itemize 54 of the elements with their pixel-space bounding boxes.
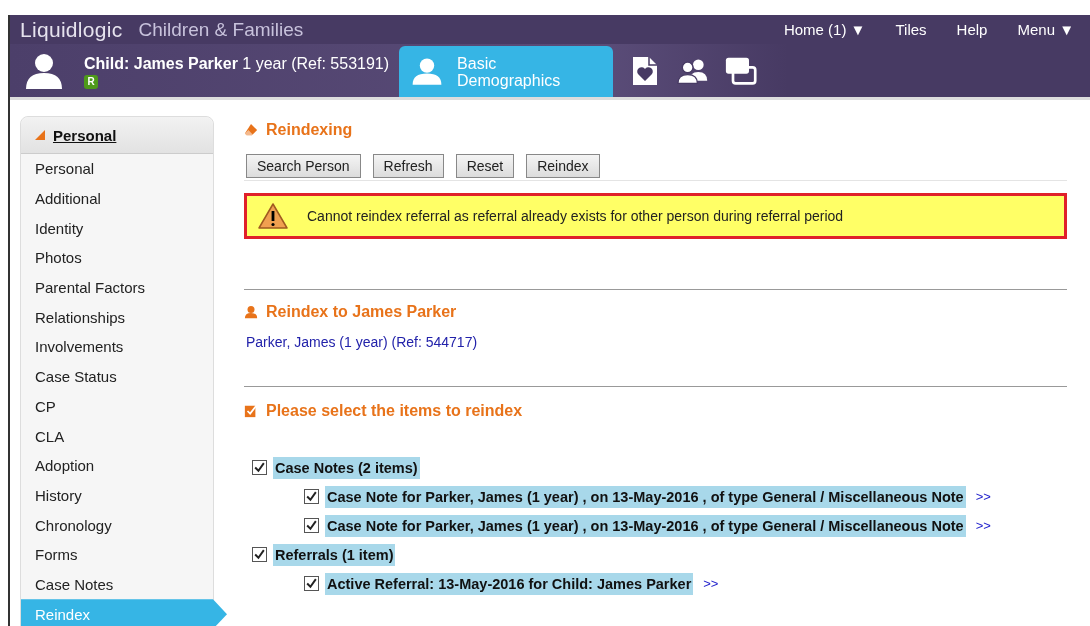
windows-icon[interactable] bbox=[725, 55, 758, 87]
checkbox[interactable] bbox=[304, 518, 319, 533]
sidebar-item[interactable]: Forms bbox=[21, 539, 213, 570]
sidebar-item[interactable]: Relationships bbox=[21, 302, 213, 333]
sidebar-header[interactable]: Personal bbox=[21, 117, 213, 154]
sidebar-item[interactable]: Photos bbox=[21, 243, 213, 273]
section-heading: Please select the items to reindex bbox=[266, 402, 523, 420]
sidebar-item[interactable]: Chronology bbox=[21, 510, 213, 540]
sidebar-item[interactable]: Personal bbox=[21, 154, 213, 184]
section-heading: Reindexing bbox=[266, 121, 353, 139]
checkbox[interactable] bbox=[252, 460, 267, 475]
eraser-icon bbox=[244, 123, 258, 137]
section-heading: Reindex to James Parker bbox=[266, 303, 457, 321]
collapse-triangle-icon bbox=[35, 130, 45, 140]
sidebar-item[interactable]: Adoption bbox=[21, 450, 213, 481]
person-link[interactable]: Parker, James (1 year) (Ref: 544717) bbox=[246, 334, 478, 350]
checkbox[interactable] bbox=[252, 547, 267, 562]
toolbar-button[interactable]: Search Person bbox=[246, 154, 361, 178]
person-icon bbox=[24, 51, 64, 91]
details-link[interactable]: >> bbox=[703, 576, 719, 591]
details-link[interactable]: >> bbox=[975, 489, 991, 504]
top-menu-item[interactable]: Home (1) ▼ bbox=[783, 21, 866, 38]
warning-text: Cannot reindex referral as referral already exists for other person during referral period bbox=[307, 208, 844, 224]
sidebar-item[interactable]: Parental Factors bbox=[21, 272, 213, 303]
app-logo: Liquidlogic bbox=[20, 17, 123, 42]
checkbox[interactable] bbox=[304, 489, 319, 504]
app-title: Children & Families bbox=[138, 18, 304, 41]
item-label: Active Referral: 13-May-2016 for Child: James Parker bbox=[325, 572, 694, 595]
group-label: Case Notes (2 items) bbox=[273, 456, 420, 479]
details-link[interactable]: >> bbox=[975, 518, 991, 533]
warning-icon bbox=[257, 202, 289, 230]
sidebar-item[interactable]: CLA bbox=[21, 421, 213, 451]
person-icon bbox=[244, 305, 258, 319]
status-badge: R bbox=[84, 74, 98, 89]
toolbar-button[interactable]: Reindex bbox=[526, 154, 600, 178]
sidebar-item[interactable]: Case Notes bbox=[21, 569, 213, 600]
sidebar-item[interactable]: Additional bbox=[21, 183, 213, 214]
sidebar-item[interactable]: Involvements bbox=[21, 332, 213, 362]
item-label: Case Note for Parker, James (1 year) , on 13-May-2016 , of type General / Miscellaneous Note bbox=[325, 485, 966, 508]
item-label: Case Note for Parker, James (1 year) , on 13-May-2016 , of type General / Miscellaneous Note bbox=[325, 514, 966, 537]
checkbox[interactable] bbox=[304, 576, 319, 591]
top-menu-item[interactable]: Help bbox=[956, 21, 988, 38]
person-title: Child: James Parker 1 year (Ref: 553191) bbox=[84, 54, 390, 73]
sidebar-item[interactable]: Identity bbox=[21, 213, 213, 244]
person-icon bbox=[411, 55, 444, 88]
sidebar-item[interactable]: Case Status bbox=[21, 361, 213, 392]
toolbar-button[interactable]: Reset bbox=[455, 154, 515, 178]
checkbox-icon bbox=[244, 404, 258, 418]
group-label: Referrals (1 item) bbox=[273, 543, 396, 566]
toolbar-button[interactable]: Refresh bbox=[372, 154, 444, 178]
sidebar-item[interactable]: CP bbox=[21, 391, 213, 422]
sidebar-item[interactable]: History bbox=[21, 480, 213, 511]
top-menu-item[interactable]: Tiles bbox=[895, 21, 927, 38]
top-menu-item[interactable]: Menu ▼ bbox=[1017, 21, 1074, 38]
